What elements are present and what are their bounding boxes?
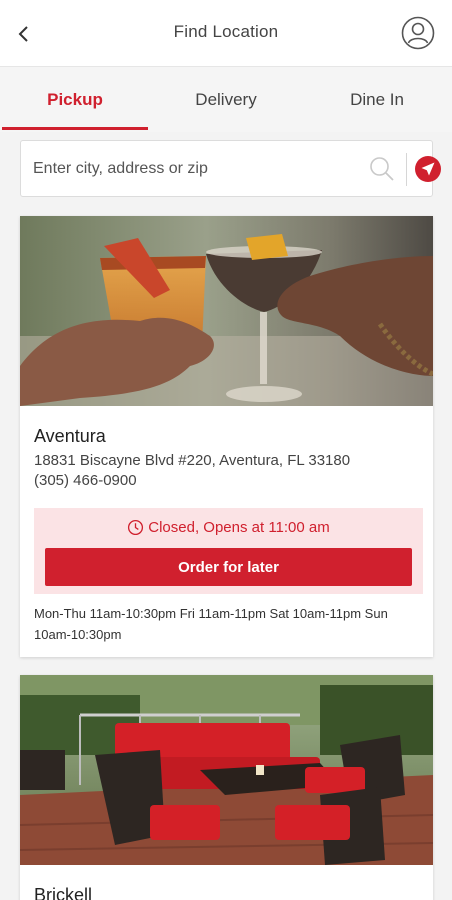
tab-dine-in[interactable]: Dine In: [302, 67, 452, 133]
active-tab-indicator: [2, 127, 148, 130]
profile-button[interactable]: [401, 16, 435, 50]
store-status: Closed, Opens at 11:00 am: [34, 519, 423, 536]
location-name: Aventura: [34, 426, 106, 446]
location-card-brickell[interactable]: Brickell: [20, 675, 433, 900]
order-for-later-button[interactable]: Order for later: [45, 548, 412, 586]
tab-delivery[interactable]: Delivery: [152, 67, 300, 133]
store-status-text: Closed, Opens at 11:00 am: [148, 519, 330, 536]
clock-icon: [128, 519, 144, 536]
search-input[interactable]: [33, 141, 343, 196]
location-name: Brickell: [34, 885, 93, 900]
user-circle-icon: [401, 16, 435, 50]
location-card-aventura[interactable]: Aventura 18831 Biscayne Blvd #220, Avent…: [20, 216, 433, 657]
store-hours: Mon-Thu 11am-10:30pm Fri 11am-11pm Sat 1…: [34, 606, 388, 642]
location-search-bar: [20, 140, 441, 197]
store-status-panel: Closed, Opens at 11:00 am Order for late…: [34, 508, 423, 594]
locate-arrow-icon: [415, 156, 441, 182]
use-my-location-button[interactable]: [414, 155, 442, 183]
order-type-tabs: Pickup Delivery Dine In: [0, 66, 452, 132]
cocktail-toast-photo: [20, 216, 433, 406]
page-title: Find Location: [173, 22, 279, 41]
tab-pickup[interactable]: Pickup: [2, 67, 148, 133]
location-address: 18831 Biscayne Blvd #220, Aventura, FL 3…: [34, 452, 351, 469]
search-divider: [406, 153, 407, 186]
patio-lounge-photo: [20, 675, 433, 865]
location-phone[interactable]: (305) 466-0900: [34, 472, 137, 489]
search-button[interactable]: [368, 155, 396, 183]
search-icon: [370, 157, 394, 181]
top-bar: Find Location: [0, 0, 452, 66]
